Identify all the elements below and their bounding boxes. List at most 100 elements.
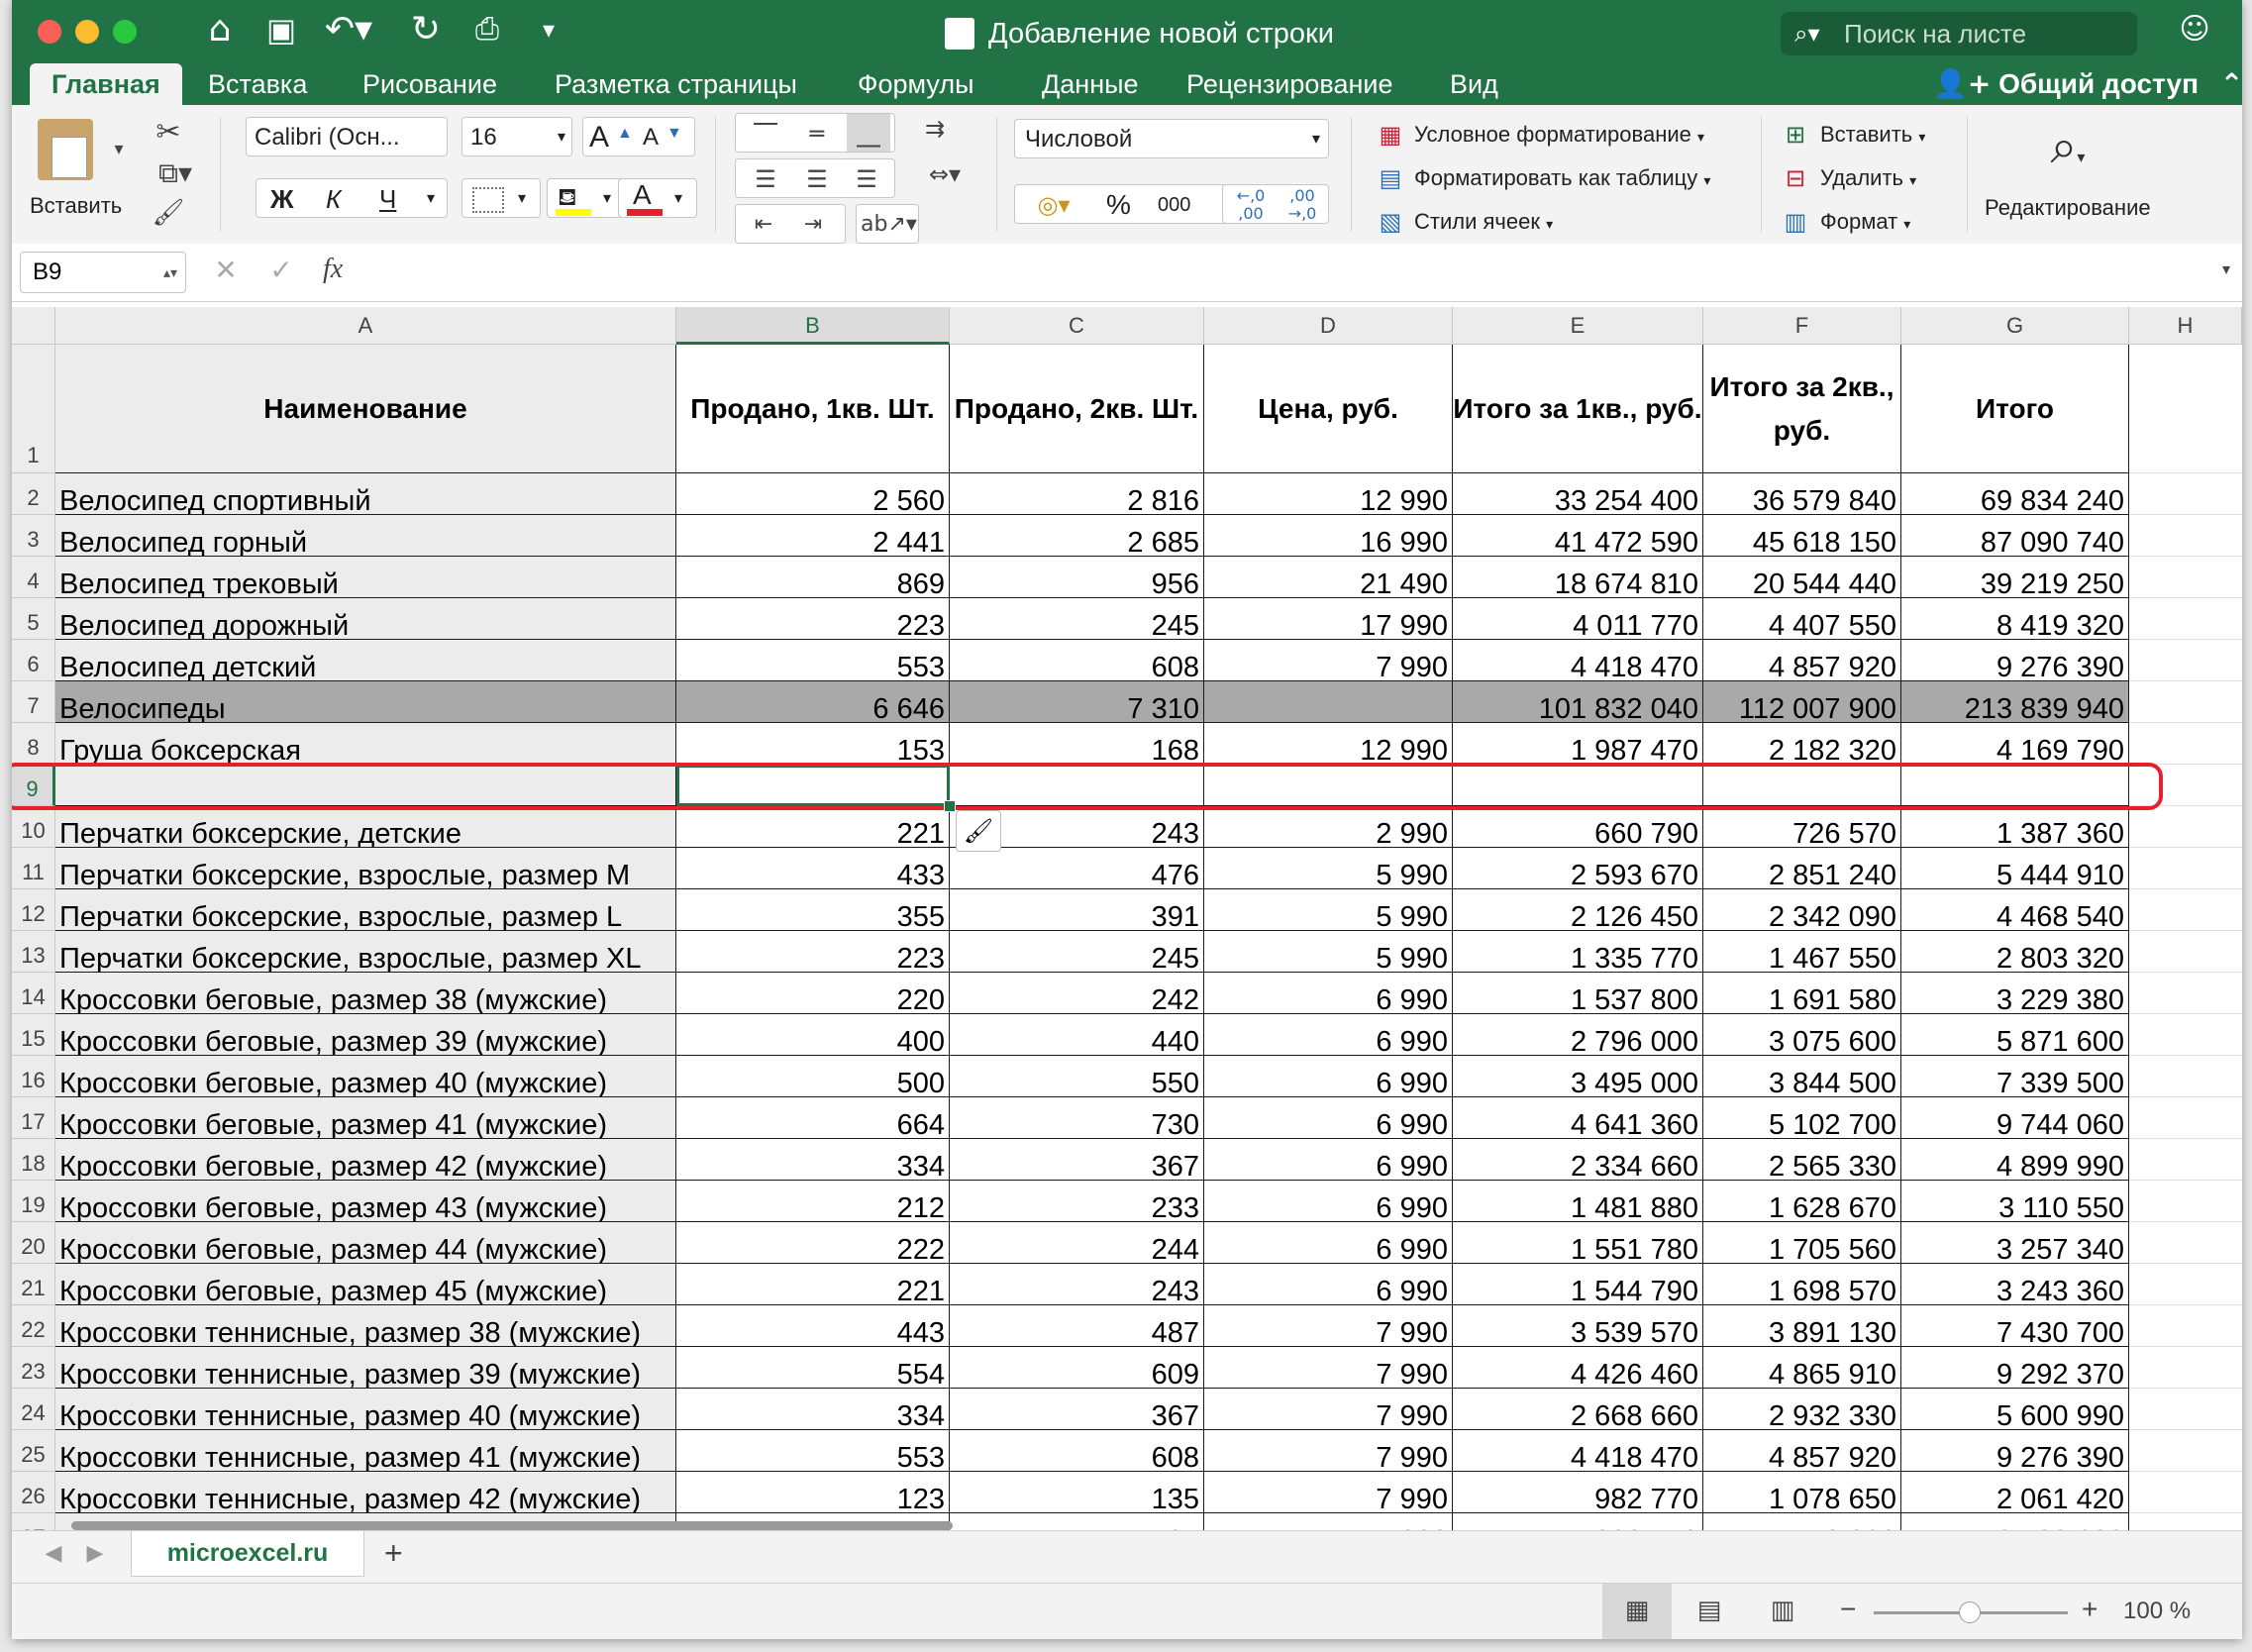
empty-cell[interactable] — [2129, 345, 2242, 473]
value-cell[interactable]: 221 — [676, 1264, 950, 1305]
value-cell[interactable]: 487 — [950, 1305, 1204, 1347]
thousands-separator-button[interactable]: 000 — [1158, 185, 1190, 223]
value-cell[interactable]: 7 990 — [1204, 1472, 1453, 1513]
currency-coins-icon[interactable]: ◎▾ — [1019, 185, 1088, 223]
value-cell[interactable]: 168 — [950, 723, 1204, 765]
value-cell[interactable]: 1 481 880 — [1453, 1181, 1703, 1222]
value-cell[interactable]: 242 — [950, 973, 1204, 1014]
value-cell[interactable] — [1453, 765, 1703, 806]
name-cell[interactable]: Кроссовки беговые, размер 39 (мужские) — [55, 1014, 676, 1056]
value-cell[interactable]: 2 803 320 — [1901, 931, 2129, 973]
name-box[interactable]: B9 ▴▾ — [20, 252, 186, 293]
value-cell[interactable]: 553 — [676, 640, 950, 681]
font-size-box[interactable]: 16 ▾ — [461, 117, 572, 156]
value-cell[interactable]: 9 108 600 — [1901, 1513, 2129, 1530]
paste-clipboard-icon[interactable] — [38, 119, 93, 180]
borders-button[interactable]: ▾ — [461, 178, 541, 218]
zoom-level[interactable]: 100 % — [2123, 1598, 2191, 1625]
empty-cell[interactable] — [2129, 1264, 2242, 1305]
value-cell[interactable]: 433 — [676, 848, 950, 889]
value-cell[interactable]: 7 990 — [1204, 1389, 1453, 1430]
value-cell[interactable]: 355 — [676, 889, 950, 931]
selected-cell-b9[interactable] — [676, 765, 950, 806]
empty-cell[interactable] — [2129, 1347, 2242, 1389]
column-header-a[interactable]: A — [55, 307, 676, 345]
value-cell[interactable]: 222 — [676, 1222, 950, 1264]
percent-button[interactable]: % — [1106, 185, 1131, 223]
value-cell[interactable]: 1 987 470 — [1453, 723, 1703, 765]
fill-color-button[interactable]: ⛾ ▾ — [547, 178, 626, 218]
value-cell[interactable] — [1204, 681, 1453, 723]
value-cell[interactable]: 3 110 550 — [1901, 1181, 2129, 1222]
select-all-corner[interactable] — [12, 307, 55, 345]
empty-cell[interactable] — [2129, 889, 2242, 931]
format-painter-icon[interactable]: 🖌 — [151, 198, 186, 234]
value-cell[interactable]: 6 990 — [1204, 1264, 1453, 1305]
cut-scissors-icon[interactable]: ✂ — [151, 115, 186, 151]
empty-cell[interactable] — [2129, 1389, 2242, 1430]
name-cell[interactable]: Велосипед дорожный — [55, 598, 676, 640]
value-cell[interactable]: 9 744 060 — [1901, 1097, 2129, 1139]
value-cell[interactable]: 2 441 — [676, 515, 950, 557]
row-header[interactable]: 4 — [12, 557, 55, 598]
value-cell[interactable]: 221 — [676, 806, 950, 848]
tab-formulas[interactable]: Формулы — [858, 63, 974, 105]
empty-cell[interactable] — [2129, 806, 2242, 848]
insert-cells-button[interactable]: Вставить ▾ — [1820, 115, 1925, 155]
italic-button[interactable]: К — [326, 179, 341, 217]
tab-insert[interactable]: Вставка — [208, 63, 307, 105]
name-cell[interactable]: Кроссовки теннисные, размер 39 (мужские) — [55, 1347, 676, 1389]
empty-cell[interactable] — [2129, 557, 2242, 598]
value-cell[interactable]: 39 219 250 — [1901, 557, 2129, 598]
value-cell[interactable]: 220 — [676, 973, 950, 1014]
column-header-h[interactable]: H — [2129, 307, 2242, 345]
value-cell[interactable]: 6 990 — [1204, 1222, 1453, 1264]
value-cell[interactable]: 6 646 — [676, 681, 950, 723]
name-cell[interactable]: Велосипед трековый — [55, 557, 676, 598]
value-cell[interactable]: 3 539 570 — [1453, 1305, 1703, 1347]
column-header-g[interactable]: G — [1901, 307, 2129, 345]
row-header[interactable]: 8 — [12, 723, 55, 765]
value-cell[interactable]: 3 229 380 — [1901, 973, 2129, 1014]
value-cell[interactable]: 245 — [950, 598, 1204, 640]
value-cell[interactable]: 5 990 — [1204, 848, 1453, 889]
name-cell[interactable]: Перчатки боксерские, взрослые, размер L — [55, 889, 676, 931]
value-cell[interactable]: 7 990 — [1204, 1305, 1453, 1347]
value-cell[interactable]: 956 — [950, 557, 1204, 598]
name-box-stepper-icon[interactable]: ▴▾ — [163, 253, 177, 292]
value-cell[interactable]: 2 851 240 — [1703, 848, 1901, 889]
value-cell[interactable]: 2 668 660 — [1453, 1389, 1703, 1430]
value-cell[interactable]: 33 254 400 — [1453, 473, 1703, 515]
row-header[interactable]: 6 — [12, 640, 55, 681]
value-cell[interactable]: 2 560 — [676, 473, 950, 515]
smiley-feedback-icon[interactable]: ☺ — [2173, 8, 2216, 52]
empty-cell[interactable] — [2129, 515, 2242, 557]
name-cell[interactable] — [55, 765, 676, 806]
value-cell[interactable]: 9 276 390 — [1901, 1430, 2129, 1472]
value-cell[interactable]: 4 338 570 — [1453, 1513, 1703, 1530]
confirm-edit-icon[interactable]: ✓ — [265, 254, 297, 286]
row-header[interactable]: 16 — [12, 1056, 55, 1097]
formula-input[interactable] — [380, 252, 2202, 293]
empty-cell[interactable] — [2129, 848, 2242, 889]
value-cell[interactable]: 1 628 670 — [1703, 1181, 1901, 1222]
value-cell[interactable]: 7 990 — [1204, 1513, 1453, 1530]
row-header[interactable]: 14 — [12, 973, 55, 1014]
wrap-text-icon[interactable]: ⇉ — [915, 115, 955, 143]
insert-function-icon[interactable]: fx — [323, 254, 343, 285]
delete-cells-button[interactable]: Удалить ▾ — [1820, 158, 1916, 198]
name-cell[interactable]: Велосипед детский — [55, 640, 676, 681]
align-center-icon[interactable]: ☰ — [797, 159, 837, 197]
customize-toolbar-icon[interactable]: ▾ — [531, 8, 566, 52]
value-cell[interactable]: 5 600 990 — [1901, 1389, 2129, 1430]
row-header[interactable]: 1 — [12, 345, 55, 473]
value-cell[interactable]: 1 335 770 — [1453, 931, 1703, 973]
add-sheet-button[interactable]: + — [384, 1535, 403, 1572]
value-cell[interactable]: 4 011 770 — [1453, 598, 1703, 640]
value-cell[interactable] — [1204, 765, 1453, 806]
value-cell[interactable]: 21 490 — [1204, 557, 1453, 598]
value-cell[interactable]: 5 990 — [1204, 931, 1453, 973]
value-cell[interactable]: 9 276 390 — [1901, 640, 2129, 681]
value-cell[interactable] — [1703, 765, 1901, 806]
value-cell[interactable]: 4 407 550 — [1703, 598, 1901, 640]
